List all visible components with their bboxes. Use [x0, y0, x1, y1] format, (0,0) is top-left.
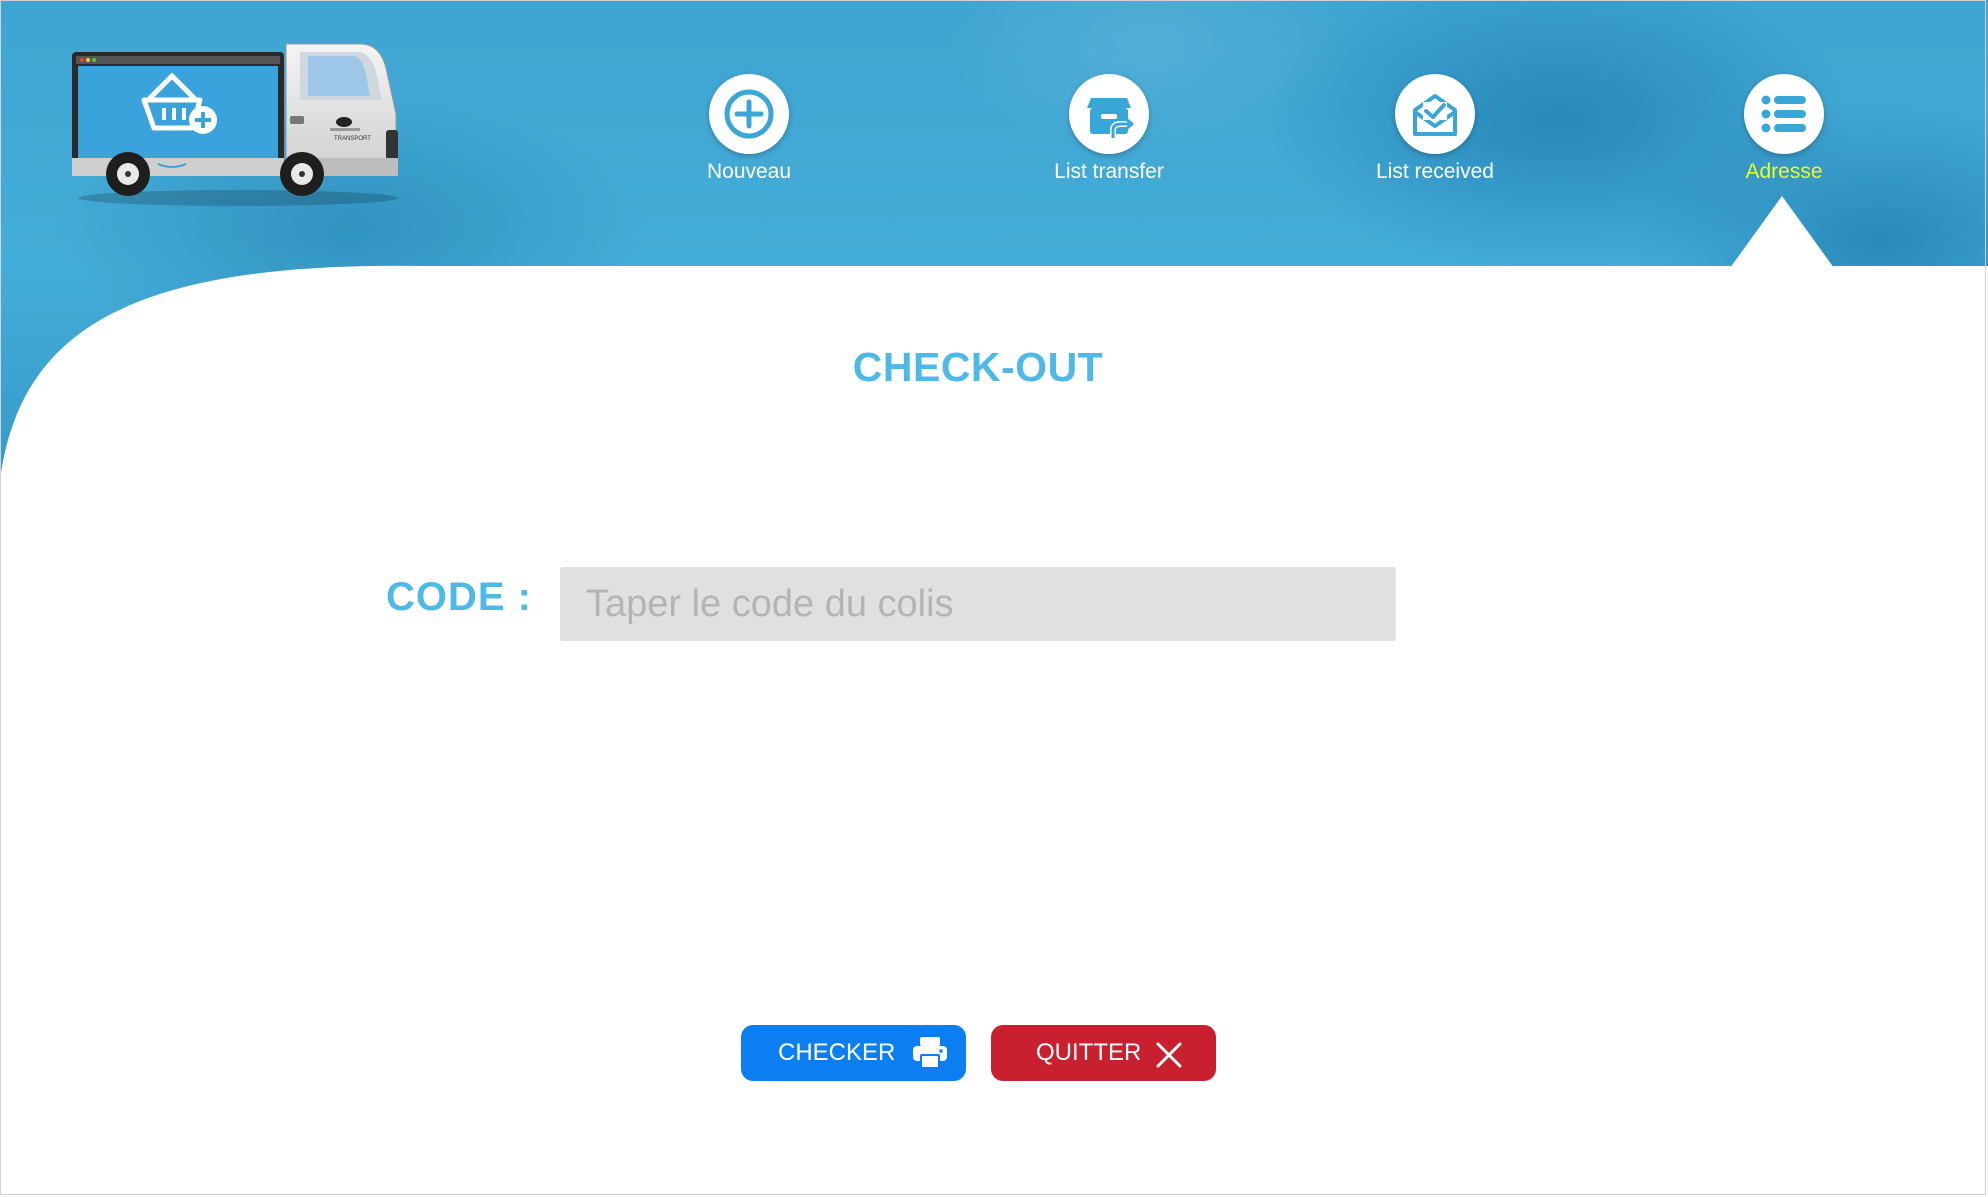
nav-circle-nouveau[interactable] — [709, 74, 789, 154]
nav-item-nouveau[interactable]: Nouveau — [649, 74, 849, 184]
close-icon — [1155, 1041, 1183, 1069]
printer-icon — [911, 1036, 949, 1070]
checker-button-label: CHECKER — [778, 1039, 896, 1066]
checker-button[interactable]: CHECKER — [741, 1025, 966, 1081]
list-icon — [1761, 95, 1806, 133]
mail-check-icon — [1413, 94, 1457, 136]
page-title: CHECK-OUT — [852, 344, 1104, 390]
nav-label-nouveau: Nouveau — [706, 160, 792, 183]
active-nav-pointer — [1730, 196, 1834, 268]
truck-brand-text: TRANSPORT — [334, 136, 371, 142]
code-input[interactable] — [560, 567, 1396, 641]
plus-circle-icon — [724, 89, 774, 139]
delivery-truck-logo: TRANSPORT — [72, 43, 398, 206]
quitter-button[interactable]: QUITTER — [991, 1025, 1216, 1081]
quitter-button-label: QUITTER — [1036, 1039, 1142, 1066]
code-label: CODE : — [386, 575, 532, 619]
nav-item-list-transfer[interactable]: List transfer — [1009, 74, 1209, 184]
nav-label-list-transfer: List transfer — [1054, 160, 1164, 183]
nav-circle-adresse[interactable] — [1744, 74, 1824, 154]
nav-item-adresse[interactable]: Adresse — [1684, 74, 1884, 184]
nav-item-list-received[interactable]: List received — [1335, 74, 1535, 184]
box-transfer-icon — [1087, 98, 1134, 138]
nav-circle-list-received[interactable] — [1395, 74, 1475, 154]
nav-label-adresse: Adresse — [1745, 160, 1823, 183]
nav-circle-list-transfer[interactable] — [1069, 74, 1149, 154]
nav-label-list-received: List received — [1376, 160, 1494, 183]
